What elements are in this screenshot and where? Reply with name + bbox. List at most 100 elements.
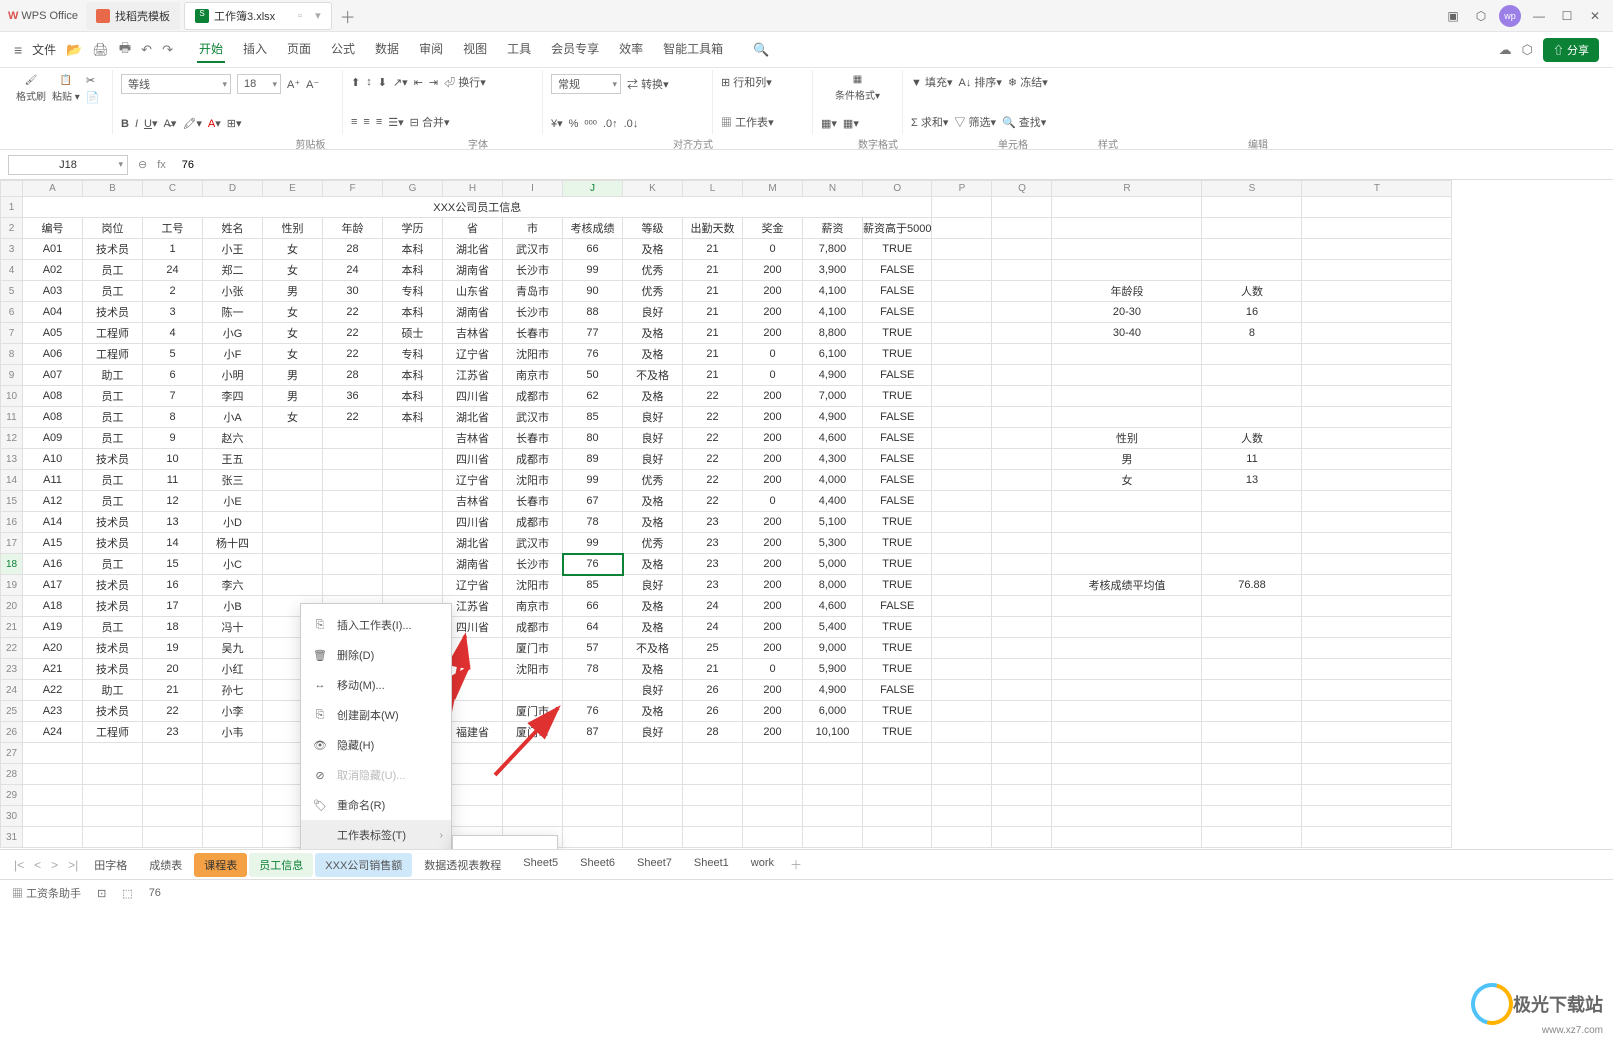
cell[interactable]: 0 — [743, 491, 803, 512]
cell[interactable] — [1052, 806, 1202, 827]
cell[interactable] — [1202, 743, 1302, 764]
cell[interactable] — [1052, 827, 1202, 848]
cell[interactable] — [1302, 638, 1452, 659]
cell[interactable]: FALSE — [863, 365, 932, 386]
cell[interactable] — [1052, 365, 1202, 386]
cell[interactable]: 及格 — [623, 239, 683, 260]
cell[interactable]: 女 — [263, 239, 323, 260]
fill-button[interactable]: ▼ 填充▾ — [911, 74, 952, 90]
cell[interactable]: 4,600 — [803, 596, 863, 617]
cell[interactable]: 16 — [1202, 302, 1302, 323]
cell[interactable]: FALSE — [863, 449, 932, 470]
cell[interactable]: 22 — [683, 491, 743, 512]
cell[interactable]: 及格 — [623, 596, 683, 617]
cell[interactable]: 21 — [683, 323, 743, 344]
menu-tab-7[interactable]: 工具 — [505, 36, 533, 63]
cell[interactable] — [23, 785, 83, 806]
cell[interactable] — [83, 827, 143, 848]
cell[interactable]: 0 — [743, 344, 803, 365]
cell[interactable]: 50 — [563, 365, 623, 386]
cell[interactable]: 5,300 — [803, 533, 863, 554]
cell[interactable] — [1302, 428, 1452, 449]
col-header[interactable]: L — [683, 181, 743, 197]
cell[interactable] — [503, 785, 563, 806]
cell[interactable]: 女 — [263, 407, 323, 428]
cell[interactable]: 200 — [743, 617, 803, 638]
cell[interactable] — [1302, 785, 1452, 806]
cell[interactable]: 辽宁省 — [443, 344, 503, 365]
border-button[interactable]: ⊞▾ — [227, 117, 242, 130]
cell[interactable]: 200 — [743, 281, 803, 302]
header-cell[interactable] — [1202, 218, 1302, 239]
cell[interactable] — [1202, 638, 1302, 659]
cell[interactable]: 李四 — [203, 386, 263, 407]
cell[interactable] — [932, 407, 992, 428]
cell[interactable]: A11 — [23, 470, 83, 491]
cell[interactable] — [1202, 722, 1302, 743]
context-item[interactable]: 🏷重命名(R) — [301, 790, 451, 820]
cell[interactable] — [23, 806, 83, 827]
cell[interactable] — [563, 764, 623, 785]
cell[interactable]: 67 — [563, 491, 623, 512]
cell[interactable]: 90 — [563, 281, 623, 302]
cell[interactable] — [932, 617, 992, 638]
cell[interactable]: 小明 — [203, 365, 263, 386]
cell[interactable]: 4,100 — [803, 281, 863, 302]
row-header[interactable]: 28 — [1, 764, 23, 785]
cell[interactable] — [263, 491, 323, 512]
redo-icon[interactable]: ↷ — [162, 42, 173, 58]
cell[interactable]: 女 — [263, 344, 323, 365]
payroll-helper[interactable]: ▦ 工资条助手 — [12, 885, 81, 901]
print-icon[interactable]: 🖶 — [119, 39, 131, 61]
cell[interactable]: FALSE — [863, 491, 932, 512]
cell[interactable] — [83, 785, 143, 806]
cell[interactable]: 200 — [743, 470, 803, 491]
col-header[interactable]: O — [863, 181, 932, 197]
cell[interactable] — [932, 323, 992, 344]
cell[interactable]: 本科 — [383, 407, 443, 428]
cell[interactable]: A24 — [23, 722, 83, 743]
font-size-select[interactable]: 18 — [237, 74, 281, 94]
cell[interactable] — [992, 302, 1052, 323]
cell[interactable]: 优秀 — [623, 260, 683, 281]
cell[interactable]: 良好 — [623, 575, 683, 596]
rowcol-button[interactable]: ⊞ 行和列▾ — [721, 74, 772, 90]
cell[interactable]: 0 — [743, 365, 803, 386]
row-header[interactable]: 1 — [1, 197, 23, 218]
cell[interactable]: 厦门市 — [503, 638, 563, 659]
menu-tab-10[interactable]: 智能工具箱 — [661, 36, 725, 63]
cell[interactable]: 4,900 — [803, 680, 863, 701]
cell[interactable]: 女 — [263, 260, 323, 281]
cell[interactable] — [932, 260, 992, 281]
cell[interactable]: 85 — [563, 575, 623, 596]
italic-button[interactable]: I — [135, 118, 138, 130]
header-cell[interactable]: 学历 — [383, 218, 443, 239]
cell[interactable]: A06 — [23, 344, 83, 365]
cell[interactable]: 28 — [323, 365, 383, 386]
header-cell[interactable]: 省 — [443, 218, 503, 239]
cell[interactable]: 技术员 — [83, 302, 143, 323]
cell[interactable]: 23 — [683, 575, 743, 596]
cell[interactable]: 本科 — [383, 239, 443, 260]
cell[interactable] — [863, 743, 932, 764]
row-header[interactable]: 25 — [1, 701, 23, 722]
cell[interactable]: 女 — [263, 323, 323, 344]
cell[interactable]: 长沙市 — [503, 302, 563, 323]
cell[interactable]: 吉林省 — [443, 491, 503, 512]
cell[interactable] — [1052, 344, 1202, 365]
sheet-tab[interactable]: 数据透视表教程 — [414, 853, 511, 877]
cell[interactable]: 200 — [743, 533, 803, 554]
cell[interactable] — [1202, 617, 1302, 638]
cell[interactable]: 200 — [743, 722, 803, 743]
cell[interactable]: 0 — [743, 659, 803, 680]
cell[interactable] — [932, 638, 992, 659]
cell[interactable] — [623, 806, 683, 827]
cube-icon[interactable]: ⬡ — [1471, 6, 1491, 26]
cell[interactable]: 技术员 — [83, 449, 143, 470]
indent-dec-icon[interactable]: ⇤ — [414, 76, 423, 89]
cell[interactable]: 长春市 — [503, 323, 563, 344]
cell[interactable]: 89 — [563, 449, 623, 470]
table-style-icon[interactable]: ▦▾ — [843, 117, 859, 130]
cell[interactable]: 员工 — [83, 470, 143, 491]
cell[interactable] — [1302, 281, 1452, 302]
